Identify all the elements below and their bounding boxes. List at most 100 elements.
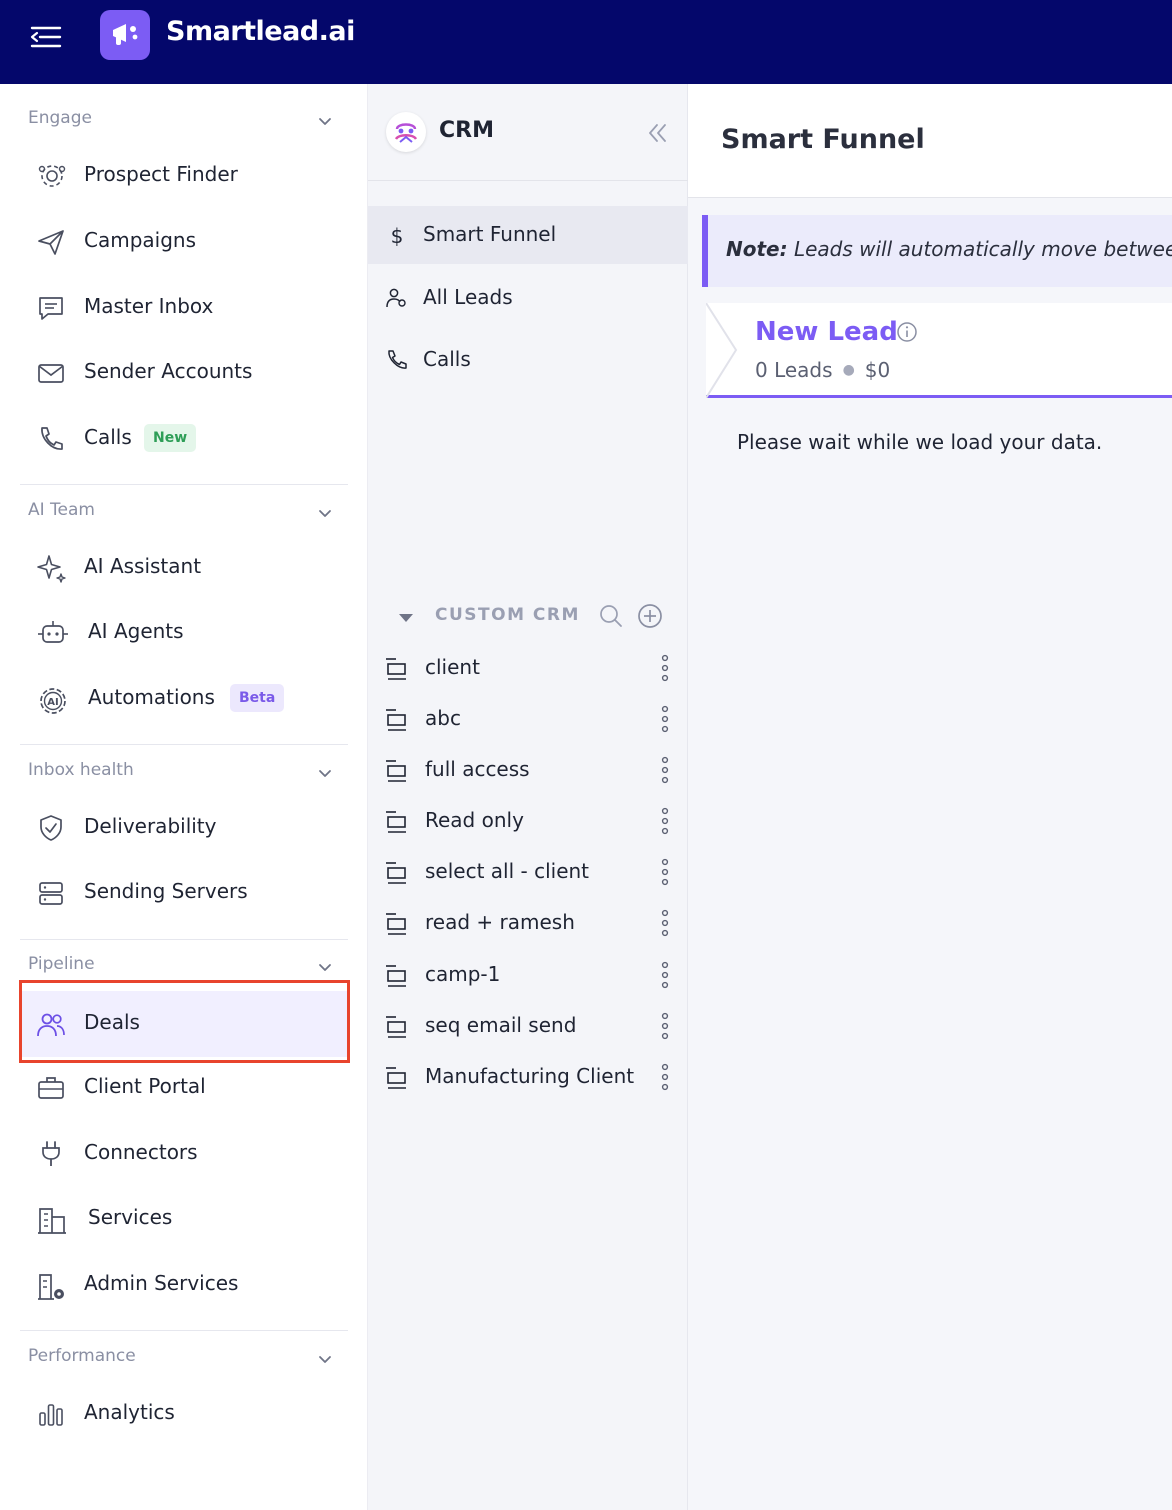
message-icon — [36, 293, 66, 323]
custom-crm-item-label: select all - client — [425, 859, 590, 883]
svg-text:$: $ — [391, 224, 404, 247]
sidebar-item-label: Analytics — [84, 1400, 175, 1424]
sidebar-item-label: Calls — [84, 425, 132, 449]
building-icon — [36, 1204, 66, 1234]
custom-crm-item[interactable]: camp-1 — [368, 950, 688, 1000]
crm-link-calls[interactable]: Calls — [368, 331, 688, 389]
more-options-icon[interactable] — [658, 755, 672, 785]
board-icon — [384, 911, 408, 937]
custom-crm-item[interactable]: abc — [368, 694, 688, 744]
sidebar-item-connectors[interactable]: Connectors — [20, 1123, 348, 1183]
sidebar-item-sending-servers[interactable]: Sending Servers — [20, 862, 348, 922]
more-options-icon[interactable] — [658, 857, 672, 887]
sidebar-item-automations[interactable]: AI Automations Beta — [20, 668, 348, 728]
chevron-down-icon[interactable] — [316, 958, 334, 976]
more-options-icon[interactable] — [658, 1062, 672, 1092]
sidebar-item-master-inbox[interactable]: Master Inbox — [20, 277, 348, 337]
note-banner: Note: Leads will automatically move betw… — [702, 215, 1172, 287]
custom-crm-item[interactable]: Manufacturing Client — [368, 1052, 688, 1102]
info-icon[interactable] — [896, 321, 918, 343]
server-icon — [36, 878, 66, 908]
sidebar-item-ai-assistant[interactable]: AI Assistant — [20, 537, 348, 597]
users-gear-icon — [36, 161, 66, 191]
custom-crm-item[interactable]: Read only — [368, 796, 688, 846]
phone-icon — [36, 424, 66, 454]
custom-crm-item[interactable]: read + ramesh — [368, 898, 688, 948]
sidebar-item-deliverability[interactable]: Deliverability — [20, 797, 348, 857]
users-icon — [385, 286, 409, 310]
chevron-down-icon[interactable] — [316, 112, 334, 130]
section-ai-team-title[interactable]: AI Team — [28, 500, 95, 520]
bar-chart-icon — [36, 1399, 66, 1429]
sidebar-item-calls[interactable]: Calls New — [20, 408, 348, 468]
custom-crm-item[interactable]: full access — [368, 745, 688, 795]
sidebar-item-label: Client Portal — [84, 1074, 206, 1098]
separator-dot: ● — [842, 362, 855, 378]
chevron-down-icon[interactable] — [316, 764, 334, 782]
more-options-icon[interactable] — [658, 806, 672, 836]
collapse-panel-icon[interactable] — [644, 120, 670, 146]
brand-name[interactable]: Smartlead.ai — [166, 16, 355, 47]
note-label: Note: — [726, 237, 788, 261]
sidebar-item-prospect-finder[interactable]: Prospect Finder — [20, 145, 348, 205]
section-engage-title[interactable]: Engage — [28, 108, 92, 128]
add-circle-icon[interactable] — [636, 602, 664, 630]
custom-crm-item[interactable]: select all - client — [368, 847, 688, 897]
page-title: Smart Funnel — [721, 124, 925, 155]
section-performance-title[interactable]: Performance — [28, 1346, 136, 1366]
building-settings-icon — [36, 1270, 66, 1300]
board-icon — [384, 707, 408, 733]
chevron-down-icon[interactable] — [316, 504, 334, 522]
more-options-icon[interactable] — [658, 1011, 672, 1041]
sidebar-item-sender-accounts[interactable]: Sender Accounts — [20, 342, 348, 402]
more-options-icon[interactable] — [658, 704, 672, 734]
crm-link-all-leads[interactable]: All Leads — [368, 269, 688, 327]
main-sidebar: Engage Prospect Finder Campaigns Master … — [0, 84, 368, 1510]
board-icon — [384, 963, 408, 989]
sidebar-item-client-portal[interactable]: Client Portal — [20, 1057, 348, 1117]
crm-link-label: Calls — [423, 347, 471, 371]
board-icon — [384, 758, 408, 784]
custom-crm-item[interactable]: client — [368, 643, 688, 693]
briefcase-icon — [36, 1073, 66, 1103]
sidebar-item-ai-agents[interactable]: AI Agents — [20, 602, 348, 662]
section-pipeline-title[interactable]: Pipeline — [28, 954, 95, 974]
more-options-icon[interactable] — [658, 960, 672, 990]
menu-toggle-icon[interactable] — [28, 22, 64, 52]
mail-icon — [36, 358, 66, 388]
custom-crm-item[interactable]: seq email send — [368, 1001, 688, 1051]
stage-card-new-lead[interactable]: New Lead 0 Leads ● $0 — [705, 302, 1172, 399]
sidebar-item-deals[interactable]: Deals — [20, 991, 348, 1057]
sidebar-item-label: Master Inbox — [84, 294, 214, 318]
beta-badge: Beta — [230, 684, 285, 712]
custom-crm-item-label: Read only — [425, 808, 524, 832]
sidebar-item-analytics[interactable]: Analytics — [20, 1383, 348, 1443]
sidebar-item-admin-services[interactable]: Admin Services — [20, 1254, 348, 1314]
more-options-icon[interactable] — [658, 908, 672, 938]
phone-icon — [385, 348, 409, 372]
main-header: Smart Funnel — [688, 84, 1172, 198]
search-icon[interactable] — [598, 603, 624, 629]
crm-title: CRM — [439, 118, 494, 143]
brand-logo-icon[interactable] — [100, 10, 150, 60]
section-divider — [20, 484, 348, 485]
custom-crm-item-label: camp-1 — [425, 962, 501, 986]
sidebar-item-campaigns[interactable]: Campaigns — [20, 211, 348, 271]
top-bar: Smartlead.ai — [0, 0, 1172, 84]
robot-icon — [36, 618, 68, 648]
sidebar-item-services[interactable]: Services — [20, 1188, 348, 1248]
stage-name: New Lead — [755, 317, 898, 347]
more-options-icon[interactable] — [658, 653, 672, 683]
chevron-down-icon[interactable] — [316, 1350, 334, 1368]
stage-summary: 0 Leads ● $0 — [755, 358, 890, 382]
custom-crm-item-label: seq email send — [425, 1013, 577, 1037]
sidebar-item-label: Campaigns — [84, 228, 197, 252]
crm-link-smart-funnel[interactable]: $ Smart Funnel — [368, 206, 688, 264]
section-divider — [20, 939, 348, 940]
caret-down-icon[interactable] — [398, 609, 414, 622]
custom-crm-item-label: read + ramesh — [425, 910, 575, 934]
stage-lead-count: 0 Leads — [755, 358, 833, 382]
section-inbox-health-title[interactable]: Inbox health — [28, 760, 134, 780]
board-icon — [384, 1065, 408, 1091]
custom-crm-item-label: full access — [425, 757, 530, 781]
